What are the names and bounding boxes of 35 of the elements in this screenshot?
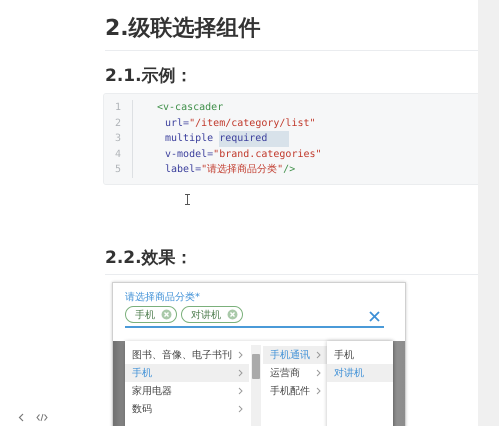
code-token: v-model= <box>165 148 214 162</box>
menu-item[interactable]: 手机 <box>327 346 393 364</box>
code-token: /> <box>283 163 296 177</box>
code-token: "请选择商品分类" <box>201 162 284 177</box>
scrollbar[interactable] <box>251 344 261 426</box>
close-icon[interactable] <box>369 310 380 322</box>
subsection-heading: 2.1.示例： <box>105 65 194 88</box>
code-icon[interactable] <box>36 413 48 422</box>
code-token: "brand.categories" <box>213 148 322 162</box>
section-heading: 2.级联选择组件 <box>105 0 478 51</box>
cascader-field[interactable]: 请选择商品分类* 手机 对讲机 <box>125 292 384 328</box>
code-token: multiple <box>165 132 214 146</box>
code-token: required <box>219 131 290 146</box>
line-number: 4 <box>104 146 133 162</box>
code-token: <v-cascader <box>157 101 224 115</box>
menu-item[interactable]: 家用电器 <box>125 382 249 400</box>
line-number: 3 <box>104 131 133 146</box>
menu-item[interactable]: 运营商 <box>263 364 327 382</box>
selected-chip: 手机 <box>125 306 177 323</box>
menu-item[interactable]: 手机配件 <box>263 382 327 400</box>
menu-item[interactable]: 图书、音像、电子书刊 <box>125 346 249 364</box>
text-cursor-icon <box>184 194 191 204</box>
chevron-left-icon[interactable] <box>18 413 24 422</box>
field-label: 请选择商品分类* <box>125 292 201 304</box>
line-number: 5 <box>104 162 133 178</box>
subsection-heading: 2.2.效果： <box>105 246 478 274</box>
selected-chip: 对讲机 <box>181 306 243 323</box>
remove-icon[interactable] <box>227 309 238 320</box>
line-number: 1 <box>104 100 133 116</box>
code-token: url= <box>165 116 190 130</box>
code-token: "/item/category/list" <box>189 116 316 130</box>
line-number: 2 <box>104 116 133 131</box>
menu-item[interactable]: 数码 <box>125 400 249 418</box>
code-token: label= <box>165 163 202 177</box>
remove-icon[interactable] <box>161 309 172 320</box>
